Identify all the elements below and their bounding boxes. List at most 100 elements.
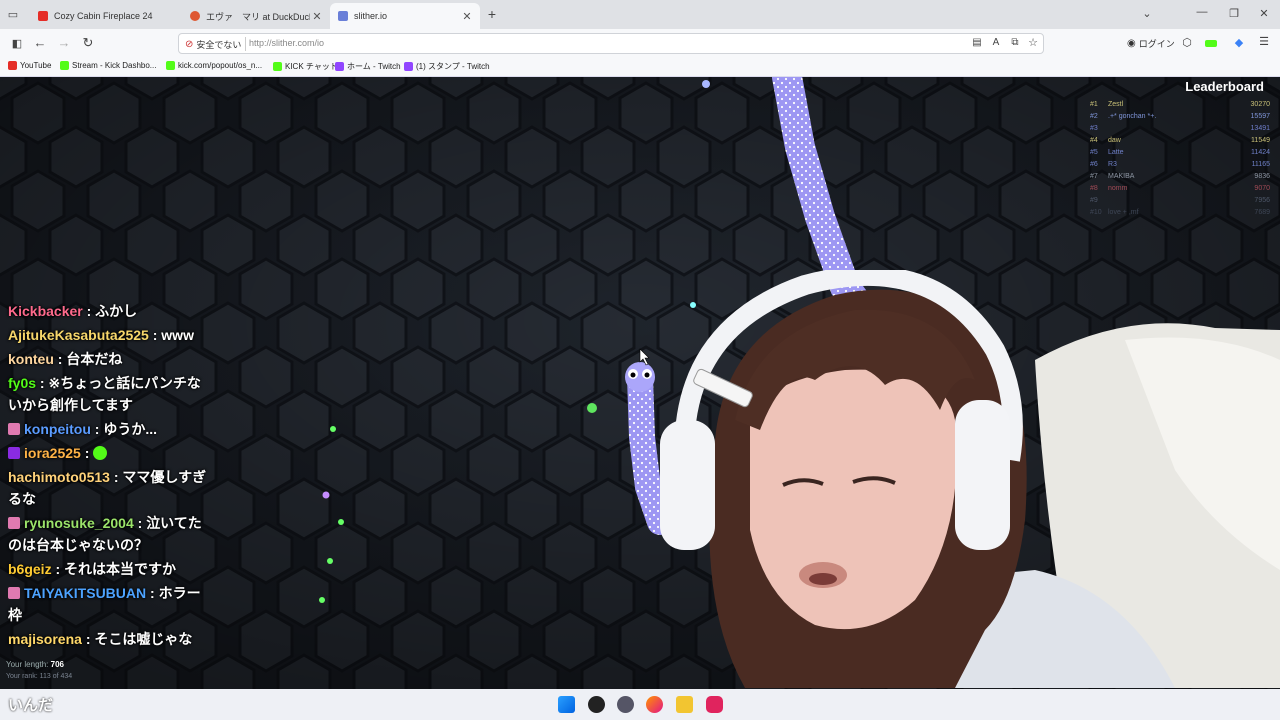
- tab-youtube[interactable]: Cozy Cabin Fireplace 24: [30, 3, 185, 29]
- leaderboard-name: MAKIBA: [1108, 173, 1135, 180]
- leaderboard-name: daw: [1108, 137, 1121, 144]
- leaderboard-row: #6 R3 11165: [1090, 159, 1270, 171]
- youtube-icon: [38, 11, 48, 21]
- leaderboard-row: #9 7956: [1090, 195, 1270, 207]
- settings-gear-icon[interactable]: [617, 696, 634, 713]
- kick-icon: [60, 61, 69, 70]
- windows-start-icon[interactable]: [558, 696, 575, 713]
- leaderboard-row: #3 13491: [1090, 123, 1270, 135]
- leaderboard-row: #7 MAKIBA 9836: [1090, 171, 1270, 183]
- minimize-icon[interactable]: —: [1194, 6, 1210, 18]
- leaderboard-name: [1108, 123, 1234, 135]
- chat-username[interactable]: ryunosuke_2004: [24, 515, 134, 531]
- leaderboard-score: 7956: [1254, 197, 1270, 204]
- chat-username[interactable]: AjitukeKasabuta2525: [8, 327, 149, 343]
- translate-page-icon[interactable]: ⧉: [1008, 37, 1022, 48]
- emote-icon: [93, 446, 108, 460]
- leaderboard-rank: #8: [1090, 185, 1098, 192]
- tab-title: slither.io: [354, 11, 388, 21]
- leaderboard-name: Zestl: [1108, 101, 1124, 108]
- chat-username[interactable]: majisorena: [8, 631, 82, 647]
- chat-separator: :: [51, 561, 65, 577]
- file-explorer-icon[interactable]: [676, 696, 693, 713]
- chat-message: AjitukeKasabuta2525 : www: [8, 324, 208, 346]
- chat-username[interactable]: b6geiz: [8, 561, 52, 577]
- chat-overflow-text: いんだ: [8, 697, 54, 714]
- reader-mode-icon[interactable]: ▤: [970, 37, 984, 48]
- bookmark-label: kick.com/popout/os_n...: [178, 61, 263, 70]
- menu-icon[interactable]: ☰: [1257, 35, 1271, 48]
- url-text[interactable]: http://slither.com/io: [249, 38, 324, 48]
- twitch-icon: [404, 62, 413, 71]
- chat-username[interactable]: Kickbacker: [8, 303, 83, 319]
- bookmark-youtube[interactable]: YouTube: [8, 61, 51, 70]
- chat-separator: :: [81, 631, 95, 647]
- address-bar[interactable]: ⊘ 安全でない http://slither.com/io: [178, 33, 1044, 54]
- new-tab-button[interactable]: +: [484, 6, 500, 22]
- length-value: 706: [50, 660, 64, 669]
- leaderboard-rank: #9: [1090, 197, 1098, 204]
- stream-chat: Kickbacker : ふかし AjitukeKasabuta2525 : ww…: [8, 300, 208, 652]
- obs-icon[interactable]: [588, 696, 605, 713]
- translate-icon[interactable]: A: [989, 37, 1003, 48]
- restore-icon[interactable]: ❐: [1226, 7, 1242, 20]
- leaderboard-name: nomm: [1108, 185, 1128, 192]
- taskbar: [0, 689, 1280, 720]
- tab-title: エヴァ マリ at DuckDuckGo: [206, 11, 310, 22]
- app-icon[interactable]: [706, 696, 723, 713]
- tab-slither[interactable]: slither.io ✕: [330, 3, 480, 29]
- leaderboard-score: 11424: [1251, 149, 1270, 156]
- insecure-icon: ⊘: [185, 38, 194, 50]
- reload-icon[interactable]: ↻: [81, 35, 95, 51]
- leaderboard-name: R3: [1108, 161, 1117, 168]
- leaderboard-row: #5 Latte 11424: [1090, 147, 1270, 159]
- leaderboard-row: #4 daw 11549: [1090, 135, 1270, 147]
- chat-username[interactable]: hachimoto0513: [8, 469, 110, 485]
- kick-icon: [273, 62, 282, 71]
- copilot-icon[interactable]: ◆: [1232, 36, 1246, 49]
- bookmarks-bar: YouTube Stream - Kick Dashbo... kick.com…: [0, 58, 1280, 77]
- chat-username[interactable]: konpeitou: [24, 421, 91, 437]
- tab-actions-icon[interactable]: ▭: [6, 8, 20, 21]
- tab-duckduckgo[interactable]: エヴァ マリ at DuckDuckGo ✕: [182, 3, 330, 29]
- chevron-down-icon[interactable]: ⌄: [1140, 7, 1154, 20]
- chat-separator: :: [82, 303, 96, 319]
- chat-username[interactable]: iora2525: [24, 445, 81, 461]
- leaderboard-rank: #7: [1090, 173, 1098, 180]
- twitch-icon: [335, 62, 344, 71]
- bookmark-label: KICK チャット: [285, 62, 338, 71]
- leaderboard-rank: #6: [1090, 161, 1098, 168]
- forward-icon[interactable]: →: [57, 35, 71, 50]
- sidebar-icon[interactable]: ◧: [10, 37, 24, 50]
- chat-username[interactable]: konteu: [8, 351, 54, 367]
- chat-separator: :: [146, 585, 159, 601]
- star-icon[interactable]: ☆: [1026, 36, 1040, 49]
- login-button[interactable]: ◉ ログイン: [1127, 37, 1175, 50]
- firefox-icon[interactable]: [646, 696, 663, 713]
- leaderboard-row: #8 nomm 9070: [1090, 183, 1270, 195]
- battery-extension-icon[interactable]: [1205, 40, 1217, 47]
- back-icon[interactable]: ←: [33, 35, 47, 50]
- leaderboard-name: [1108, 195, 1234, 207]
- chat-text: 台本だね: [66, 351, 123, 367]
- chat-text: それは本当ですか: [64, 561, 177, 577]
- youtube-icon: [8, 61, 17, 70]
- chat-badge-icon: [8, 447, 20, 459]
- close-tab-icon[interactable]: ✕: [310, 10, 324, 23]
- bookmark-twitch-stamps[interactable]: (1) スタンプ - Twitch: [404, 61, 490, 72]
- bookmark-kick-chat[interactable]: KICK チャット: [273, 61, 338, 72]
- bookmark-kick-dashboard[interactable]: Stream - Kick Dashbo...: [60, 61, 156, 70]
- login-label: ログイン: [1138, 39, 1175, 49]
- leaderboard-rank: #10: [1090, 209, 1102, 216]
- security-indicator[interactable]: ⊘ 安全でない: [183, 37, 247, 51]
- bookmark-kick-popout[interactable]: kick.com/popout/os_n...: [166, 61, 262, 70]
- close-tab-icon[interactable]: ✕: [460, 10, 474, 23]
- close-window-icon[interactable]: ✕: [1256, 7, 1272, 20]
- chat-username[interactable]: fy0s: [8, 375, 36, 391]
- extensions-icon[interactable]: ⬡: [1180, 36, 1194, 49]
- chat-separator: :: [148, 327, 162, 343]
- leaderboard-rank: #1: [1090, 101, 1098, 108]
- leaderboard-score: 13491: [1250, 125, 1270, 132]
- bookmark-twitch-home[interactable]: ホーム - Twitch: [335, 61, 401, 72]
- chat-username[interactable]: TAIYAKITSUBUAN: [24, 585, 146, 601]
